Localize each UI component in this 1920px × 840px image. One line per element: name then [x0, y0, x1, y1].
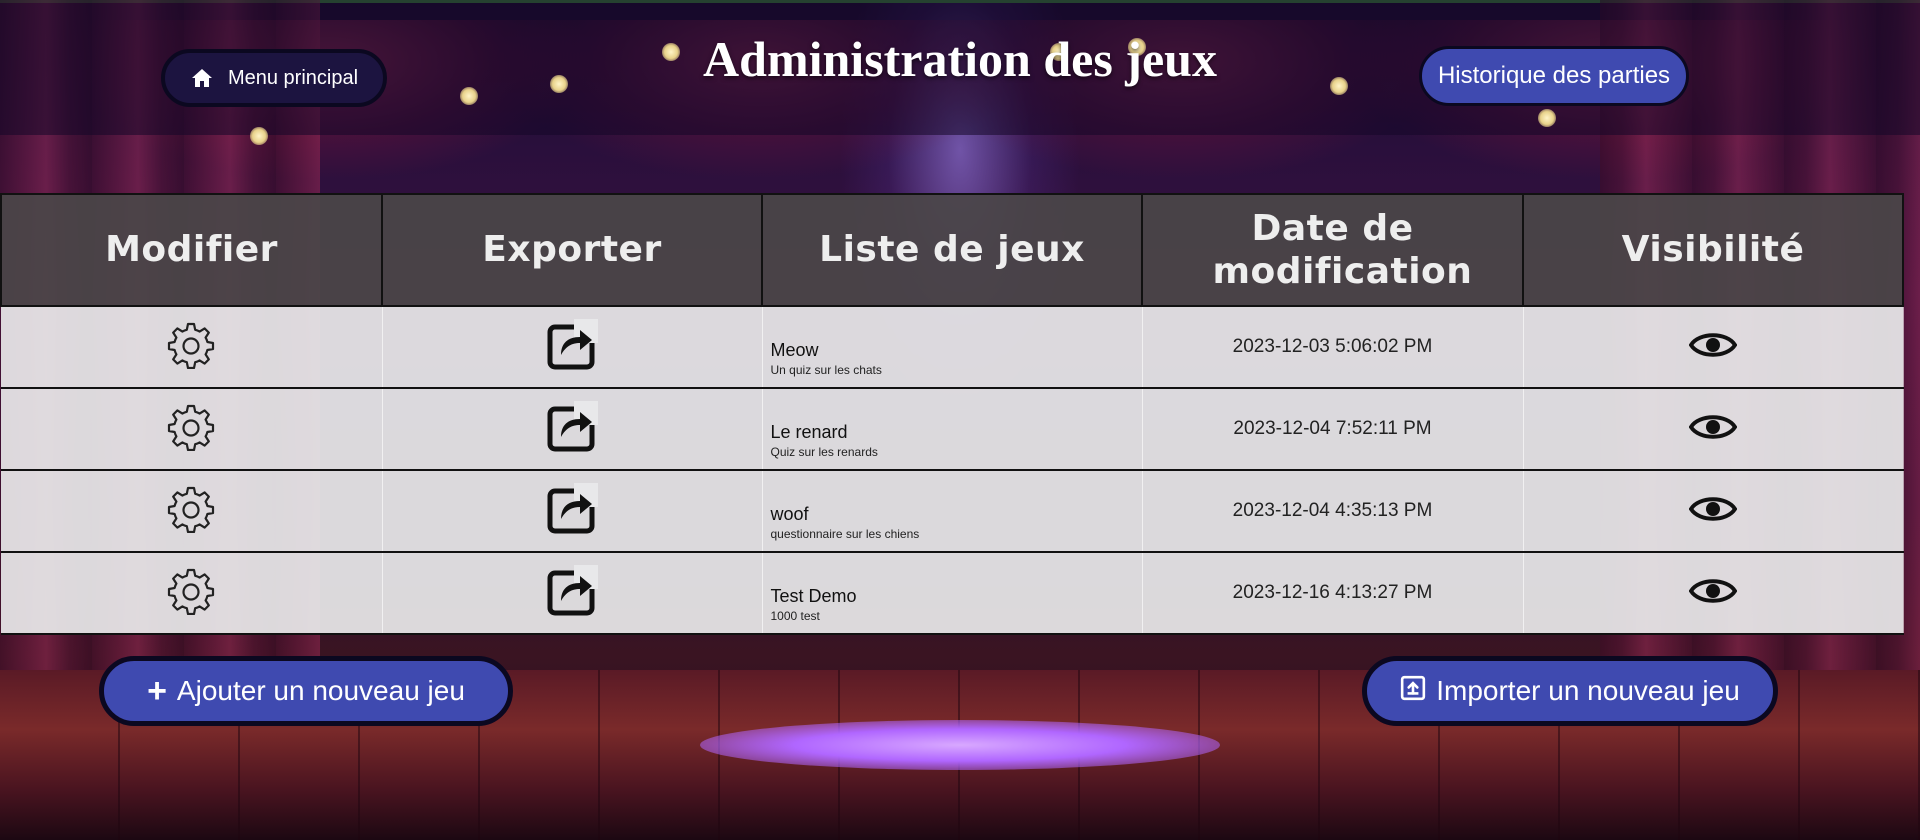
column-header-modification-date: Date de modification [1141, 193, 1524, 307]
modification-date: 2023-12-04 4:35:13 PM [1142, 470, 1524, 553]
column-header-modifier: Modifier [0, 193, 383, 307]
add-game-label: Ajouter un nouveau jeu [176, 675, 465, 706]
gear-icon[interactable] [167, 485, 215, 533]
gear-icon[interactable] [167, 321, 215, 369]
export-icon[interactable] [546, 400, 598, 453]
stage-light [250, 127, 268, 145]
import-game-label: Importer un nouveau jeu [1436, 675, 1740, 706]
stage-light [1538, 109, 1556, 127]
game-title: woof [770, 503, 809, 524]
export-icon[interactable] [546, 318, 598, 371]
table-row: Test Demo 1000 test 2023-12-16 4:13:27 P… [1, 552, 1904, 635]
export-icon[interactable] [546, 564, 598, 617]
main-menu-button[interactable]: Menu principal [161, 49, 387, 107]
table-header-row: Modifier Exporter Liste de jeux Date de … [0, 193, 1904, 307]
stage-light [460, 87, 478, 105]
game-name-cell: Test Demo 1000 test [762, 552, 1143, 635]
export-icon[interactable] [546, 482, 598, 535]
gear-icon[interactable] [167, 403, 215, 451]
column-header-visibility: Visibilité [1522, 193, 1904, 307]
eye-icon[interactable] [1689, 492, 1737, 526]
modification-date: 2023-12-16 4:13:27 PM [1142, 552, 1524, 635]
table-row: Le renard Quiz sur les renards 2023-12-0… [1, 388, 1904, 471]
column-header-exporter: Exporter [381, 193, 763, 307]
visibility-cell [1523, 388, 1904, 471]
table-row: woof questionnaire sur les chiens 2023-1… [1, 470, 1904, 553]
game-title: Le renard [770, 421, 848, 442]
admin-page: Menu principal Administration des jeux H… [0, 0, 1920, 840]
export-cell [382, 470, 763, 553]
game-description: Un quiz sur les chats [770, 362, 882, 377]
game-description: Quiz sur les renards [770, 444, 878, 459]
export-cell [382, 388, 763, 471]
games-table-body: Meow Un quiz sur les chats 2023-12-03 5:… [1, 306, 1904, 635]
export-cell [382, 306, 763, 389]
eye-icon[interactable] [1689, 574, 1737, 608]
eye-icon[interactable] [1689, 328, 1737, 362]
upload-icon [1400, 675, 1426, 708]
column-header-modification-date-text: Date de modification [1212, 207, 1473, 292]
plus-icon: + [147, 672, 167, 710]
game-title: Meow [770, 339, 819, 360]
main-menu-label: Menu principal [227, 66, 359, 89]
import-game-button[interactable]: Importer un nouveau jeu [1362, 656, 1778, 726]
page-title: Administration des jeux [703, 31, 1217, 87]
visibility-cell [1523, 552, 1904, 635]
eye-icon[interactable] [1689, 410, 1737, 444]
games-table: Modifier Exporter Liste de jeux Date de … [0, 193, 1904, 635]
game-name-cell: woof questionnaire sur les chiens [762, 470, 1143, 553]
modification-date: 2023-12-03 5:06:02 PM [1142, 306, 1524, 389]
game-description: 1000 test [770, 608, 820, 623]
game-description: questionnaire sur les chiens [770, 526, 920, 541]
game-name-cell: Le renard Quiz sur les renards [762, 388, 1143, 471]
visibility-cell [1523, 306, 1904, 389]
export-cell [382, 552, 763, 635]
edit-cell [1, 388, 383, 471]
edit-cell [1, 470, 383, 553]
game-history-button[interactable]: Historique des parties [1419, 46, 1689, 106]
add-game-button[interactable]: + Ajouter un nouveau jeu [99, 656, 513, 726]
gear-icon[interactable] [167, 567, 215, 615]
game-name-cell: Meow Un quiz sur les chats [762, 306, 1143, 389]
visibility-cell [1523, 470, 1904, 553]
stage-spotlight [700, 720, 1220, 770]
home-icon [190, 66, 214, 90]
edit-cell [1, 306, 383, 389]
game-title: Test Demo [770, 585, 857, 606]
edit-cell [1, 552, 383, 635]
table-row: Meow Un quiz sur les chats 2023-12-03 5:… [1, 306, 1904, 389]
column-header-game-list: Liste de jeux [761, 193, 1143, 307]
modification-date: 2023-12-04 7:52:11 PM [1142, 388, 1524, 471]
